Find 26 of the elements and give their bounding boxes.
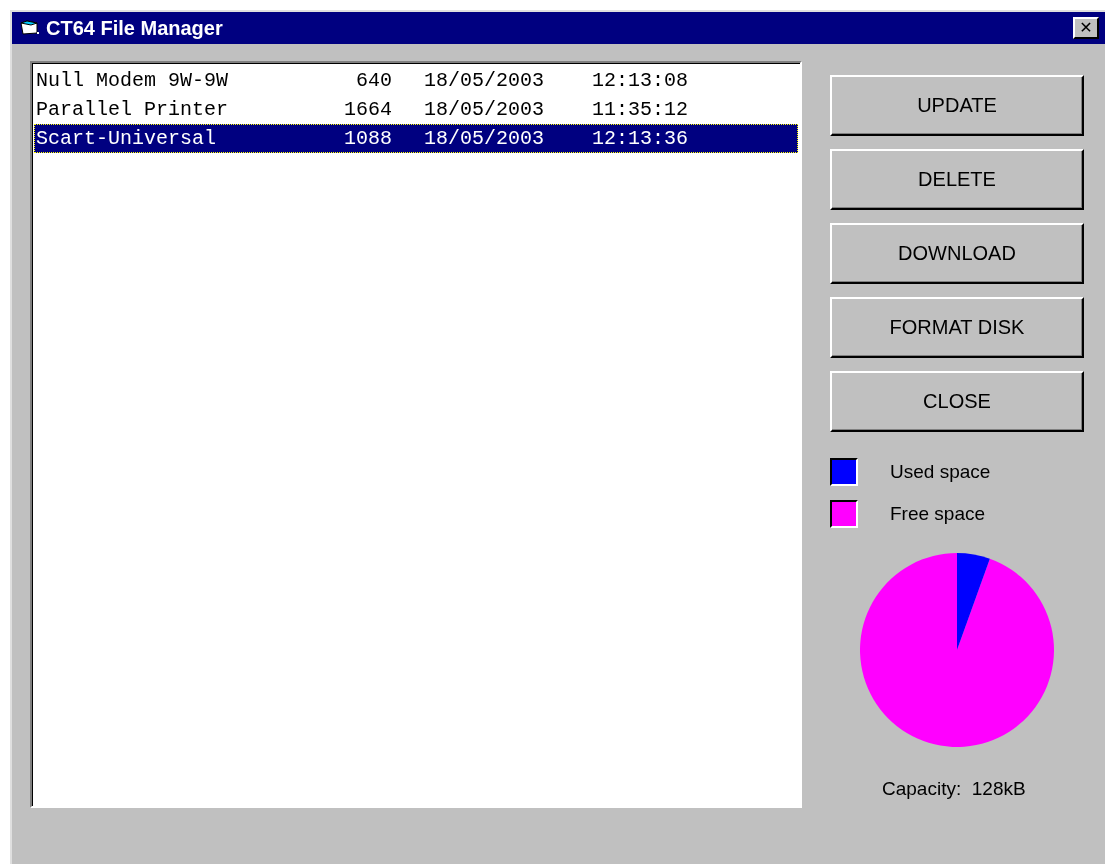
file-time: 12:13:36: [592, 127, 688, 150]
action-button[interactable]: DOWNLOAD: [830, 223, 1084, 284]
file-size: 1664: [343, 98, 392, 121]
folder-icon: [20, 20, 40, 36]
file-size: 1088: [343, 127, 392, 150]
action-button[interactable]: UPDATE: [830, 75, 1084, 136]
file-date: 18/05/2003: [424, 69, 546, 92]
action-button[interactable]: FORMAT DISK: [830, 297, 1084, 358]
file-row[interactable]: Scart-Universal 1088 18/05/2003 12:13:36: [34, 124, 798, 153]
action-button[interactable]: DELETE: [830, 149, 1084, 210]
close-button[interactable]: ✕: [1073, 17, 1099, 39]
file-name: Scart-Universal: [35, 127, 218, 150]
legend-label: Free space: [890, 503, 986, 525]
file-row[interactable]: Parallel Printer 1664 18/05/2003 11:35:12: [34, 95, 798, 124]
file-size: 640: [355, 69, 392, 92]
capacity-label: Capacity: 128kB: [882, 778, 1026, 800]
file-time: 11:35:12: [592, 98, 688, 121]
window-title: CT64 File Manager: [46, 16, 224, 40]
legend-label: Used space: [890, 461, 991, 483]
file-name: Parallel Printer: [35, 98, 230, 121]
file-name: Null Modem 9W-9W: [35, 69, 230, 92]
file-row[interactable]: Null Modem 9W-9W 640 18/05/2003 12:13:08: [34, 66, 798, 95]
file-date: 18/05/2003: [424, 127, 546, 150]
file-time: 12:13:08: [592, 69, 688, 92]
action-button[interactable]: CLOSE: [830, 371, 1084, 432]
file-date: 18/05/2003: [424, 98, 546, 121]
